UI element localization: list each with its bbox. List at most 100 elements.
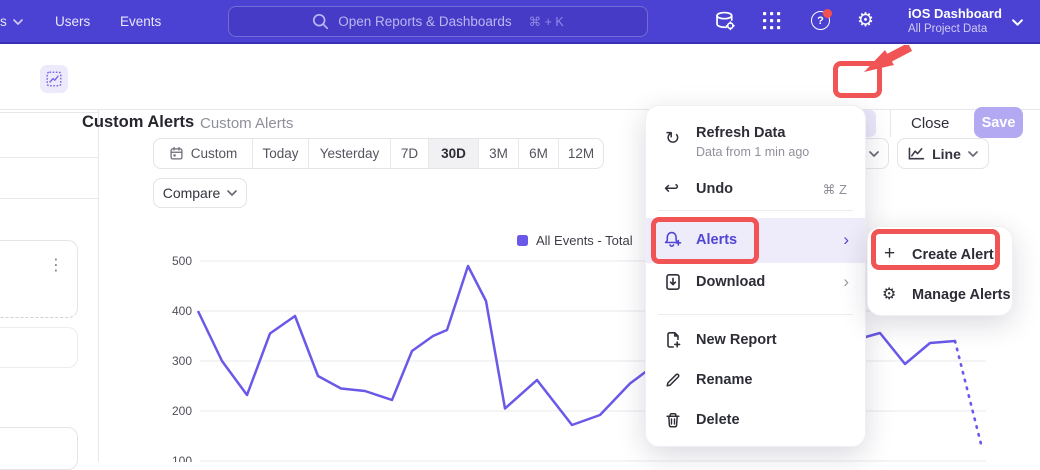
settings-gear-icon[interactable]: ⚙ xyxy=(857,9,881,33)
chevron-right-icon: › xyxy=(843,233,849,247)
range-30d[interactable]: 30D xyxy=(429,139,479,168)
menu-item-alerts[interactable]: Alerts › xyxy=(646,218,865,263)
sidebar-card[interactable] xyxy=(0,327,78,368)
report-type-icon xyxy=(40,65,68,93)
range-label: 3M xyxy=(489,146,508,161)
nav-item-truncated[interactable]: s xyxy=(0,14,7,29)
chevron-down-icon xyxy=(227,190,237,196)
range-label: 12M xyxy=(568,146,594,161)
legend-swatch xyxy=(517,235,528,246)
menu-label: New Report xyxy=(696,332,777,348)
top-nav: s Users Events Open Reports & Dashboards… xyxy=(0,0,1040,44)
download-icon xyxy=(664,273,682,291)
range-7d[interactable]: 7D xyxy=(391,139,429,168)
svg-text:100: 100 xyxy=(172,454,192,462)
menu-divider xyxy=(658,314,853,315)
svg-text:200: 200 xyxy=(172,404,192,418)
range-label: 6M xyxy=(529,146,548,161)
header-divider xyxy=(890,109,891,137)
compare-button[interactable]: Compare xyxy=(153,178,247,208)
menu-item-undo[interactable]: ↩ Undo ⌘ Z xyxy=(646,171,865,207)
legend-label: All Events - Total xyxy=(536,233,633,248)
context-menu: ↻ Refresh Data Data from 1 min ago ↩ Und… xyxy=(645,105,866,447)
plus-icon: + xyxy=(884,243,895,265)
range-label: 30D xyxy=(441,146,466,161)
menu-label: Rename xyxy=(696,372,752,388)
search-shortcut: ⌘ + K xyxy=(529,14,564,29)
menu-item-refresh-data[interactable]: ↻ Refresh Data Data from 1 min ago xyxy=(646,118,865,162)
search-icon xyxy=(312,13,329,30)
submenu-item-manage-alerts[interactable]: ⚙ Manage Alerts xyxy=(868,275,1012,313)
chevron-down-icon xyxy=(1012,19,1023,26)
undo-icon: ↩ xyxy=(664,178,679,199)
search-input[interactable]: Open Reports & Dashboards ⌘ + K xyxy=(228,6,648,37)
date-range-selector: Custom Today Yesterday 7D 30D 3M 6M 12M xyxy=(153,138,604,169)
svg-text:400: 400 xyxy=(172,304,192,318)
menu-item-delete[interactable]: Delete xyxy=(646,401,865,441)
range-3m[interactable]: 3M xyxy=(479,139,519,168)
chevron-right-icon: › xyxy=(843,275,849,289)
notification-dot xyxy=(823,9,832,18)
trash-icon xyxy=(664,411,682,429)
page-title: Custom Alerts xyxy=(82,113,194,132)
range-label: Yesterday xyxy=(320,146,380,161)
chevron-down-icon xyxy=(13,19,23,25)
menu-label: Create Alert xyxy=(912,247,994,263)
compare-label: Compare xyxy=(163,185,221,201)
gear-icon: ⚙ xyxy=(882,284,896,304)
sidebar-card[interactable] xyxy=(0,240,78,318)
search-placeholder: Open Reports & Dashboards xyxy=(338,14,511,29)
close-button[interactable]: Close xyxy=(911,115,949,132)
line-chart-icon xyxy=(908,146,925,161)
menu-label: Undo xyxy=(696,181,733,197)
chart-type-label: Line xyxy=(932,146,961,162)
chevron-down-icon xyxy=(869,151,879,157)
chart-type-button[interactable]: Line xyxy=(897,138,989,169)
chart-legend[interactable]: All Events - Total xyxy=(517,233,633,248)
range-custom[interactable]: Custom xyxy=(154,139,253,168)
project-scope: All Project Data xyxy=(908,23,1002,35)
range-label: 7D xyxy=(401,146,418,161)
range-6m[interactable]: 6M xyxy=(519,139,559,168)
nav-item-events[interactable]: Events xyxy=(120,14,161,29)
save-button[interactable]: Save xyxy=(974,107,1023,138)
menu-item-rename[interactable]: Rename xyxy=(646,361,865,401)
bell-plus-icon xyxy=(662,230,683,249)
data-management-icon[interactable] xyxy=(714,10,738,34)
menu-shortcut: ⌘ Z xyxy=(822,182,847,198)
file-plus-icon xyxy=(664,331,682,349)
refresh-icon: ↻ xyxy=(665,128,680,149)
menu-label: Download xyxy=(696,274,765,290)
menu-subtitle: Data from 1 min ago xyxy=(696,145,809,159)
kebab-menu-icon[interactable]: ⋮ xyxy=(48,255,64,275)
menu-divider xyxy=(658,210,853,211)
pencil-icon xyxy=(664,371,682,389)
sidebar-border xyxy=(98,110,99,462)
menu-label: Manage Alerts xyxy=(912,287,1011,303)
range-label: Custom xyxy=(191,146,238,161)
range-12m[interactable]: 12M xyxy=(559,139,603,168)
breadcrumb[interactable]: Custom Alerts xyxy=(200,115,293,132)
menu-item-download[interactable]: Download › xyxy=(646,263,865,303)
calendar-icon xyxy=(169,146,184,161)
sidebar-card[interactable] xyxy=(0,427,78,470)
menu-label: Delete xyxy=(696,412,740,428)
range-today[interactable]: Today xyxy=(253,139,309,168)
submenu-item-create-alert[interactable]: + Create Alert xyxy=(868,237,1012,275)
alerts-submenu: + Create Alert ⚙ Manage Alerts xyxy=(867,226,1013,316)
apps-grid-icon[interactable] xyxy=(762,11,786,35)
range-label: Today xyxy=(262,146,298,161)
report-header: Custom Alerts Custom Alerts GV Duplicate… xyxy=(0,44,1040,110)
sidebar-section-divider xyxy=(0,157,98,158)
menu-item-new-report[interactable]: New Report xyxy=(646,321,865,361)
sidebar-section-divider xyxy=(0,198,98,199)
project-switcher[interactable]: iOS Dashboard All Project Data xyxy=(908,6,1002,35)
menu-label: Refresh Data xyxy=(696,125,785,141)
project-name: iOS Dashboard xyxy=(908,6,1002,21)
help-icon[interactable]: ? xyxy=(811,11,835,35)
nav-item-users[interactable]: Users xyxy=(55,14,90,29)
range-yesterday[interactable]: Yesterday xyxy=(309,139,391,168)
svg-text:500: 500 xyxy=(172,254,192,268)
svg-text:300: 300 xyxy=(172,354,192,368)
menu-label: Alerts xyxy=(696,232,737,248)
